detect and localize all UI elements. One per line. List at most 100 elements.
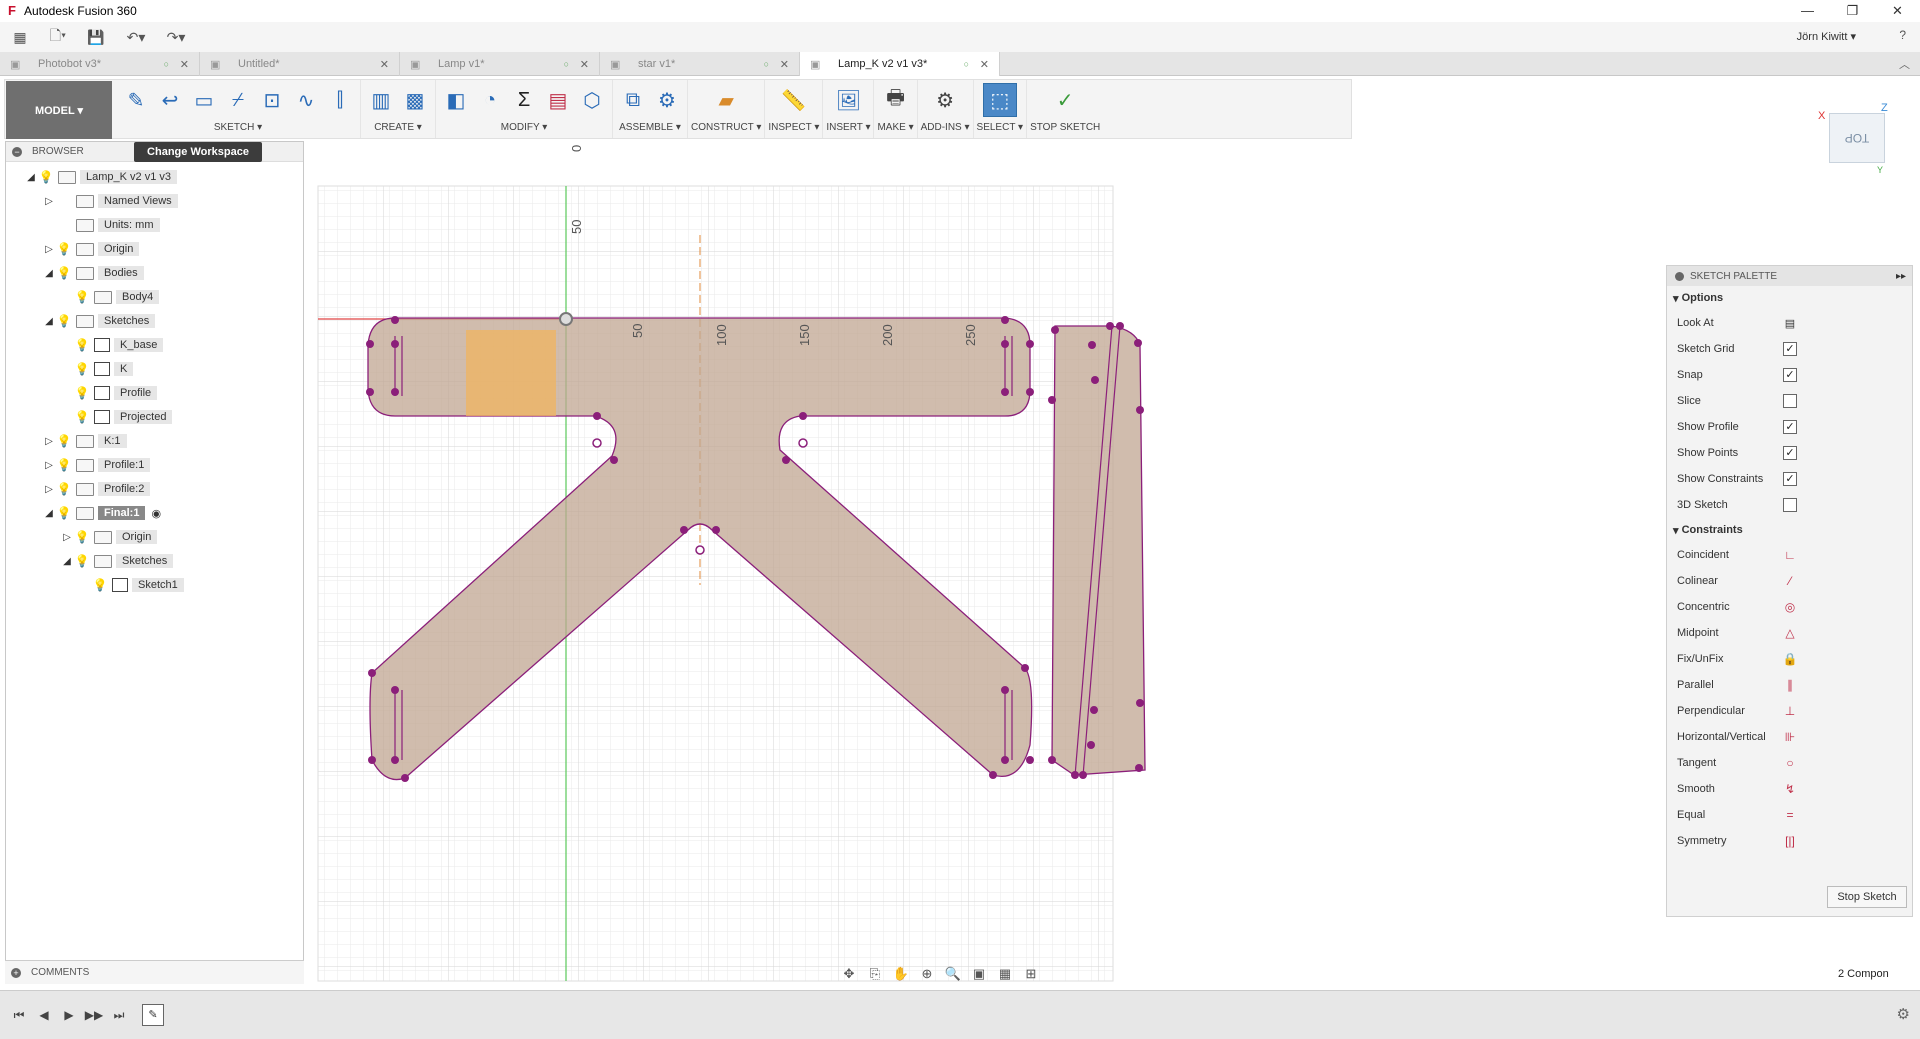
3d-print-icon[interactable]: 🖶 [879,83,913,117]
timeline-settings-icon[interactable]: ⚙ [1897,1005,1910,1023]
workspace-switcher[interactable]: MODEL ▾ [6,81,112,139]
visibility-bulb-icon[interactable]: 💡 [74,362,90,376]
scripts-icon[interactable]: ⚙ [928,83,962,117]
option-checkbox[interactable] [1783,498,1797,512]
constraint-row[interactable]: Midpoint △ [1667,620,1912,646]
option-checkbox[interactable]: ✓ [1783,368,1797,382]
close-tab-icon[interactable]: ✕ [380,58,389,71]
orbit-icon[interactable]: ✥ [838,966,860,984]
expand-arrow-icon[interactable]: ▷ [60,532,74,543]
visibility-bulb-icon[interactable]: 💡 [92,578,108,592]
visibility-bulb-icon[interactable]: 💡 [56,314,72,328]
insert-menu[interactable]: INSERT ▾ [826,122,870,133]
browser-node[interactable]: 💡 Body4 [60,288,160,306]
offset-plane-icon[interactable]: ▰ [709,83,743,117]
browser-node[interactable]: ▷ 💡 Origin [42,240,140,258]
visibility-bulb-icon[interactable]: 💡 [56,458,72,472]
table-icon[interactable]: ▤ [541,83,575,117]
tab-lamp[interactable]: ▣ Lamp v1* ○ ✕ [400,52,600,76]
modify-menu[interactable]: MODIFY ▾ [501,122,548,133]
save-icon[interactable]: 💾 [76,22,116,52]
visibility-bulb-icon[interactable]: 💡 [74,290,90,304]
option-checkbox[interactable]: ✓ [1783,446,1797,460]
stop-sketch-label[interactable]: STOP SKETCH [1030,122,1100,133]
fillet-icon[interactable]: ◔ [473,83,507,117]
tab-photobot[interactable]: ▣ Photobot v3* ○ ✕ [0,52,200,76]
option-checkbox[interactable] [1783,394,1797,408]
browser-node[interactable]: 💡 Projected [60,408,173,426]
select-icon[interactable]: ⬚ [982,83,1017,117]
stop-sketch-button[interactable]: Stop Sketch [1827,886,1907,908]
concentric-constraint-icon[interactable]: ◎ [1783,600,1797,614]
constraint-row[interactable]: Smooth ↯ [1667,776,1912,802]
extrude-icon[interactable]: ▥ [364,83,398,117]
comments-panel[interactable]: + COMMENTS [5,960,304,984]
origin-point[interactable] [559,312,573,326]
browser-node[interactable]: ◢ 💡 Lamp_K v2 v1 v3 [24,168,177,186]
collapse-arrow-icon[interactable]: ◢ [60,556,74,567]
rectangle-icon[interactable]: ▭ [187,83,221,117]
look-at-icon[interactable]: ⎘ [864,966,886,984]
smooth-constraint-icon[interactable]: ↯ [1783,782,1797,796]
visibility-bulb-icon[interactable]: 💡 [56,242,72,256]
mirror-icon[interactable]: ⫿ [323,83,357,117]
make-menu[interactable]: MAKE ▾ [877,122,913,133]
selected-rectangle[interactable] [466,330,556,416]
browser-node[interactable]: ▷ 💡 K:1 [42,432,127,450]
colinear-constraint-icon[interactable]: ⁄ [1783,574,1797,588]
expand-arrows-icon[interactable]: ▸▸ [1896,271,1906,282]
perpendicular-constraint-icon[interactable]: ⊥ [1783,704,1797,718]
tab-untitled[interactable]: ▣ Untitled* ✕ [200,52,400,76]
visibility-bulb-icon[interactable]: 💡 [38,170,54,184]
browser-node[interactable]: ◢ 💡 Sketches [60,552,174,570]
step-forward-icon[interactable]: ▶▶ [83,1004,105,1026]
arc-icon[interactable]: ↩ [153,83,187,117]
browser-node[interactable]: ▷ 💡 Origin [60,528,158,546]
play-icon[interactable]: ▶ [58,1004,80,1026]
help-icon[interactable]: ? [1899,28,1906,42]
collapse-chevron-icon[interactable]: ︿ [1899,56,1910,72]
go-to-start-icon[interactable]: ⏮ [8,1004,30,1026]
browser-node[interactable]: ◢ 💡 Bodies [42,264,144,282]
constraint-row[interactable]: Fix/UnFix 🔒 [1667,646,1912,672]
collapse-arrow-icon[interactable]: ◢ [24,172,38,183]
redo-icon[interactable]: ↷▾ [156,22,196,52]
constraint-row[interactable]: Coincident ∟ [1667,542,1912,568]
coincident-constraint-icon[interactable]: ∟ [1783,548,1797,562]
create-menu[interactable]: CREATE ▾ [374,122,422,133]
undo-icon[interactable]: ↶▾ [116,22,156,52]
restore-button[interactable]: ❐ [1830,0,1875,22]
fit-icon[interactable]: 🔍 [942,966,964,984]
close-tab-icon[interactable]: ✕ [580,58,589,71]
tab-lamp-k[interactable]: ▣ Lamp_K v2 v1 v3* ○ ✕ [800,52,1000,76]
select-menu[interactable]: SELECT ▾ [977,122,1024,133]
change-workspace-button[interactable]: Change Workspace [134,142,262,162]
option-checkbox[interactable]: ✓ [1783,472,1797,486]
expand-arrow-icon[interactable]: ▷ [42,460,56,471]
slot-icon[interactable]: ⊡ [255,83,289,117]
visibility-bulb-icon[interactable]: 💡 [56,266,72,280]
horizontal-vertical-constraint-icon[interactable]: ⊪ [1783,730,1797,744]
constraint-row[interactable]: Parallel ∥ [1667,672,1912,698]
line-icon[interactable]: ⌿ [221,83,255,117]
visibility-bulb-icon[interactable]: 💡 [74,338,90,352]
visibility-bulb-icon[interactable]: 💡 [56,434,72,448]
expand-arrow-icon[interactable]: ▷ [42,244,56,255]
apps-grid-icon[interactable]: ▦ [0,22,40,52]
collapse-icon[interactable] [1675,271,1684,281]
browser-node[interactable]: 💡 K [60,360,134,378]
insert-image-icon[interactable]: 🖼 [831,83,865,117]
user-menu[interactable]: Jörn Kiwitt ▾ [1797,30,1856,43]
constraint-row[interactable]: Symmetry [|] [1667,828,1912,854]
sketch-create-icon[interactable]: ✎ [119,83,153,117]
measure-icon[interactable]: 📏 [777,83,811,117]
sketch-menu[interactable]: SKETCH ▾ [214,122,262,133]
tab-star[interactable]: ▣ star v1* ○ ✕ [600,52,800,76]
visibility-bulb-icon[interactable]: 💡 [74,386,90,400]
collapse-icon[interactable]: − [12,146,22,157]
palette-header[interactable]: SKETCH PALETTE ▸▸ [1667,266,1912,286]
close-tab-icon[interactable]: ✕ [980,58,989,71]
press-pull-icon[interactable]: ◧ [439,83,473,117]
constraint-row[interactable]: Concentric ◎ [1667,594,1912,620]
grid-settings-icon[interactable]: ▦ [994,966,1016,984]
